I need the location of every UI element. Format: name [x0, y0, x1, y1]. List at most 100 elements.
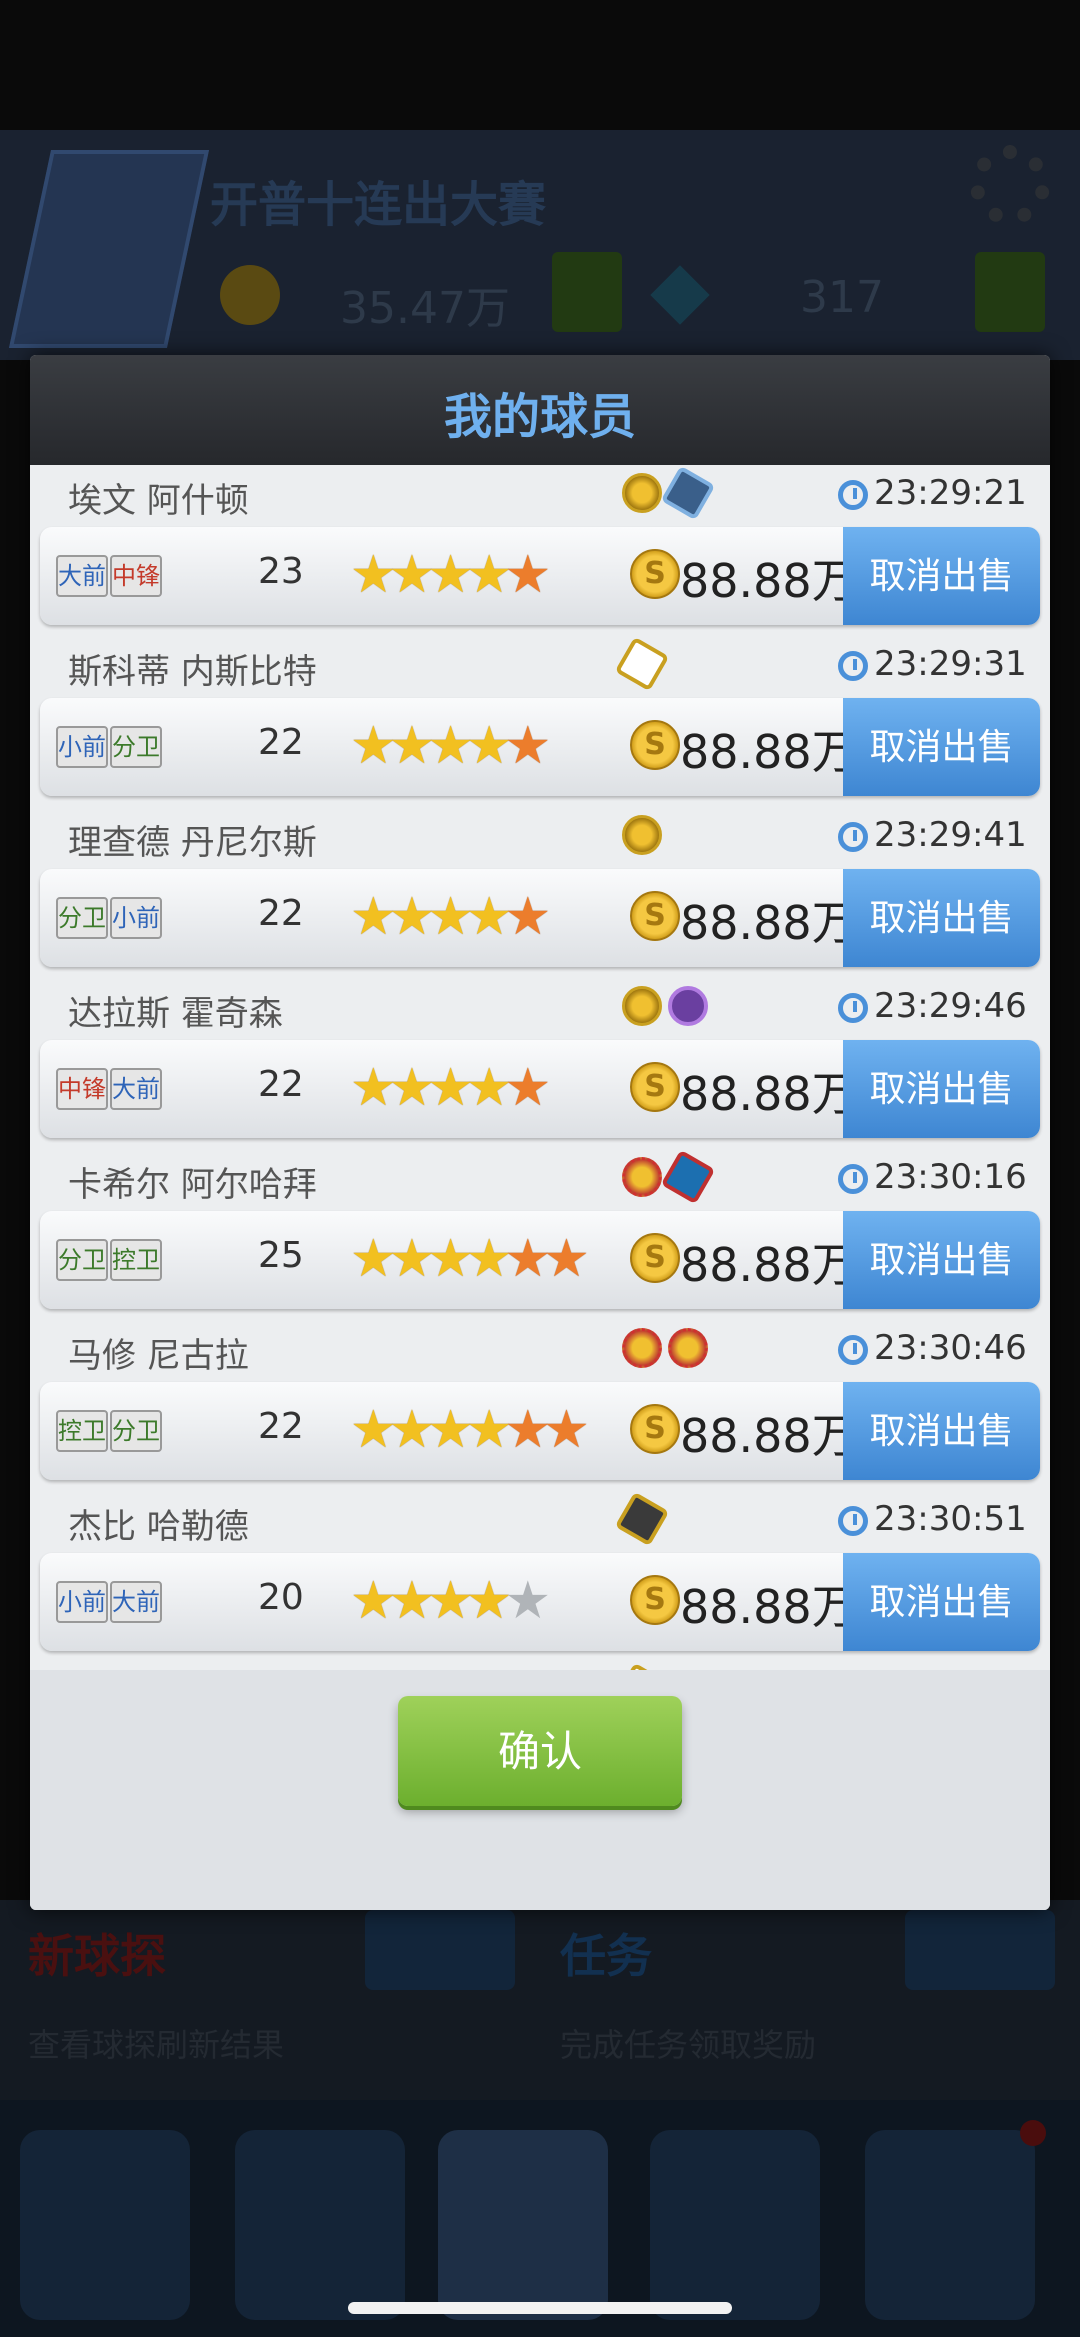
badge-kg-dark-icon[interactable] — [614, 1491, 670, 1547]
star-icon: ★ — [427, 1058, 474, 1118]
player-name: 达拉斯 霍奇森 — [68, 994, 283, 1034]
player-row[interactable]: 大前 中锋 23 ★★★★★ S 88.88万 取消出售 — [40, 527, 1040, 625]
star-icon: ★ — [388, 1400, 436, 1460]
notification-dot — [1020, 2120, 1046, 2146]
position-tag: 分卫 — [110, 1410, 162, 1452]
cancel-sale-button[interactable]: 取消出售 — [843, 527, 1040, 625]
timer-text: 23:29:46 — [874, 986, 1027, 1026]
player-badges — [622, 465, 716, 523]
badge-red-icon[interactable] — [668, 1328, 708, 1368]
star-icon: ★ — [388, 1229, 436, 1289]
star-icon: ★ — [504, 716, 552, 776]
sale-price: 88.88万 — [680, 1409, 858, 1463]
tab-star — [20, 2130, 190, 2320]
star-icon: ★ — [427, 545, 474, 605]
cancel-sale-button[interactable]: 取消出售 — [843, 1211, 1040, 1309]
badge-gold-icon[interactable] — [622, 986, 662, 1026]
player-age: 22 — [258, 1406, 304, 1447]
player-badges — [614, 1491, 670, 1549]
stopwatch-icon — [838, 480, 868, 510]
cancel-sale-button[interactable]: 取消出售 — [843, 698, 1040, 796]
bg-gems-value: 317 — [800, 272, 884, 323]
badge-gold-icon[interactable] — [622, 473, 662, 513]
cancel-sale-button[interactable]: 取消出售 — [843, 1040, 1040, 1138]
position-tag: 控卫 — [56, 1410, 108, 1452]
my-players-dialog: 我的球员 埃文 阿什顿 23:29:21 大前 中锋 23 ★★★★★ S 88.88万 取消出… — [30, 355, 1050, 1910]
sale-timer: 23:29:21 — [838, 473, 1027, 513]
badge-red-icon[interactable] — [622, 1157, 662, 1197]
star-icon: ★ — [427, 887, 474, 947]
player-name: 马修 尼古拉 — [68, 1336, 249, 1376]
star-icon: ★ — [427, 1571, 474, 1631]
coin-icon: S — [630, 1062, 680, 1112]
star-icon: ★ — [350, 1058, 397, 1118]
timer-text: 23:30:46 — [874, 1328, 1027, 1368]
star-icon: ★ — [350, 716, 397, 776]
player-entry: 杰比 哈勒德 23:30:51 小前 大前 20 ★★★★★ S 88.88万 取消出售 — [30, 1491, 1050, 1662]
position-tag: 大前 — [110, 1581, 162, 1623]
confirm-button[interactable]: 确认 — [398, 1696, 682, 1806]
badge-kg-icon[interactable] — [614, 1662, 670, 1670]
coin-icon: S — [630, 549, 680, 599]
coin-icon: S — [630, 1233, 680, 1283]
sale-price: 88.88万 — [680, 1580, 858, 1634]
player-row[interactable]: 小前 大前 20 ★★★★★ S 88.88万 取消出售 — [40, 1553, 1040, 1651]
star-icon: ★ — [465, 1058, 513, 1118]
position-tag: 控卫 — [110, 1239, 162, 1281]
bg-right-sub: 完成任务领取奖励 — [560, 2026, 817, 2064]
badge-purple-icon[interactable] — [668, 986, 708, 1026]
sale-timer: 23:29:31 — [838, 644, 1027, 684]
player-badges — [622, 986, 714, 1036]
tab-globe — [650, 2130, 820, 2320]
player-row[interactable]: 控卫 分卫 22 ★★★★★★ S 88.88万 取消出售 — [40, 1382, 1040, 1480]
add-gems-button — [975, 252, 1045, 332]
player-list[interactable]: 埃文 阿什顿 23:29:21 大前 中锋 23 ★★★★★ S 88.88万 取消出售 斯科蒂 … — [30, 465, 1050, 1670]
home-indicator[interactable] — [348, 2302, 732, 2314]
coin-icon: S — [630, 891, 680, 941]
star-icon: ★ — [465, 716, 513, 776]
sale-price: 88.88万 — [680, 554, 858, 608]
star-icon: ★ — [388, 1571, 436, 1631]
player-age: 22 — [258, 722, 304, 763]
star-rating: ★★★★★ — [350, 716, 552, 776]
player-row[interactable]: 分卫 控卫 25 ★★★★★★ S 88.88万 取消出售 — [40, 1211, 1040, 1309]
sale-price: 88.88万 — [680, 1238, 858, 1292]
player-name: 理查德 丹尼尔斯 — [68, 823, 317, 863]
star-rating: ★★★★★★ — [350, 1400, 590, 1460]
player-entry: 理查德 丹尼尔斯 23:29:41 分卫 小前 22 ★★★★★ S 88.88万 取消出售 — [30, 807, 1050, 978]
coin-icon: S — [630, 1404, 680, 1454]
dialog-title: 我的球员 — [443, 389, 636, 445]
star-icon: ★ — [350, 545, 397, 605]
star-icon: ★ — [388, 1058, 436, 1118]
star-icon: ★ — [543, 1229, 590, 1289]
timer-text: 23:30:51 — [874, 1499, 1027, 1539]
player-badges — [614, 636, 670, 694]
cancel-sale-button[interactable]: 取消出售 — [843, 1382, 1040, 1480]
position-tag: 中锋 — [56, 1068, 108, 1110]
player-row[interactable]: 分卫 小前 22 ★★★★★ S 88.88万 取消出售 — [40, 869, 1040, 967]
sale-timer: 23:29:41 — [838, 815, 1027, 855]
timer-text: 23:29:41 — [874, 815, 1027, 855]
dialog-footer: 确认 — [30, 1670, 1050, 1910]
player-entry: 埃文 阿什顿 23:29:21 大前 中锋 23 ★★★★★ S 88.88万 取消出售 — [30, 465, 1050, 636]
player-entry: 亚当 爱德华兹23:30:56中锋大前21★★★★★S88.88万取消出售 — [30, 1662, 1050, 1670]
timer-text: 23:30:16 — [874, 1157, 1027, 1197]
badge-kg-icon[interactable] — [614, 636, 670, 692]
star-icon: ★ — [350, 1571, 397, 1631]
player-row[interactable]: 中锋 大前 22 ★★★★★ S 88.88万 取消出售 — [40, 1040, 1040, 1138]
star-icon: ★ — [465, 1571, 513, 1631]
cancel-sale-button[interactable]: 取消出售 — [843, 1553, 1040, 1651]
add-coins-button — [552, 252, 622, 332]
badge-red-icon[interactable] — [622, 1328, 662, 1368]
star-icon: ★ — [350, 1229, 397, 1289]
badge-gold-icon[interactable] — [622, 815, 662, 855]
player-entry: 斯科蒂 内斯比特 23:29:31 小前 分卫 22 ★★★★★ S 88.88万 取消出售 — [30, 636, 1050, 807]
badge-tealhex-icon[interactable] — [660, 1149, 716, 1205]
cancel-sale-button[interactable]: 取消出售 — [843, 869, 1040, 967]
star-icon: ★ — [388, 887, 436, 947]
timer-text: 23:29:31 — [874, 644, 1027, 684]
player-row[interactable]: 小前 分卫 22 ★★★★★ S 88.88万 取消出售 — [40, 698, 1040, 796]
bg-left-heading: 新球探 — [28, 1929, 166, 1983]
badge-blue-icon[interactable] — [660, 465, 716, 521]
player-name: 卡希尔 阿尔哈拜 — [68, 1165, 317, 1205]
